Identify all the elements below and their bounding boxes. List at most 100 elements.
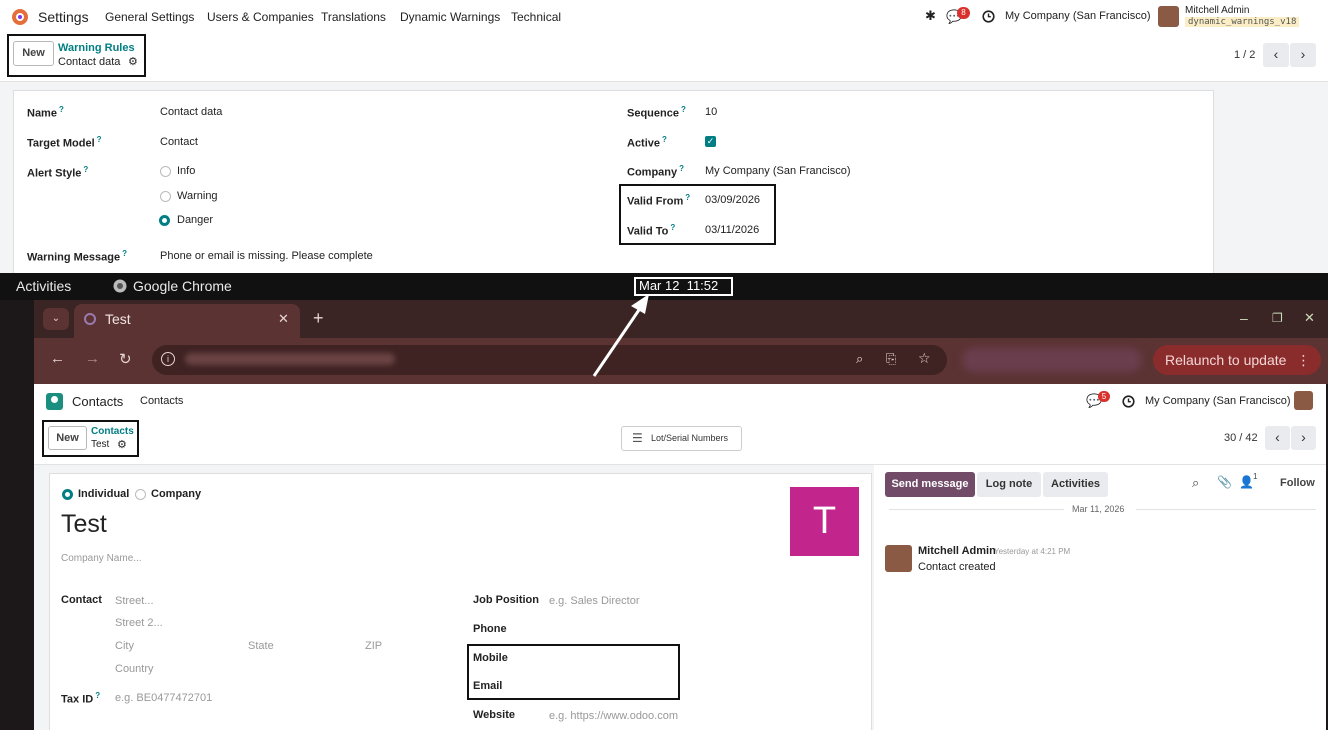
gnome-top-bar: Activities Google Chrome Mar 12 11:52: [0, 273, 1328, 300]
pager-next-button[interactable]: ›: [1290, 43, 1316, 67]
individual-radio[interactable]: [62, 489, 73, 500]
site-info-icon[interactable]: i: [161, 352, 175, 366]
relaunch-to-update-button[interactable]: Relaunch to update ⋮: [1153, 345, 1321, 375]
alert-info-label[interactable]: Info: [177, 165, 195, 177]
followers-icon[interactable]: 👤: [1239, 475, 1254, 489]
company-name-field[interactable]: Company Name...: [61, 553, 142, 564]
log-note-button[interactable]: Log note: [977, 472, 1041, 497]
sequence-field[interactable]: 10: [705, 106, 717, 118]
highlight-box-breadcrumb: [7, 34, 146, 77]
company-radio[interactable]: [135, 489, 146, 500]
zoom-icon[interactable]: ⌕: [856, 351, 863, 367]
company-switcher[interactable]: My Company (San Francisco): [1145, 395, 1291, 407]
clock-icon[interactable]: [1122, 395, 1135, 408]
follow-button[interactable]: Follow: [1280, 477, 1315, 489]
highlight-box-breadcrumb: [42, 420, 139, 457]
install-app-icon[interactable]: ⎘: [886, 351, 896, 367]
tab-close-icon[interactable]: ✕: [278, 311, 289, 327]
tax-id-field[interactable]: e.g. BE0477472701: [115, 692, 212, 704]
maximize-icon[interactable]: ❐: [1272, 311, 1283, 325]
app-title[interactable]: Settings: [38, 9, 89, 25]
notif-badge: 8: [957, 7, 970, 19]
job-position-field[interactable]: e.g. Sales Director: [549, 595, 639, 607]
user-avatar[interactable]: [1294, 391, 1313, 410]
street-field[interactable]: Street...: [115, 595, 154, 607]
active-app-name[interactable]: Google Chrome: [133, 278, 232, 294]
website-label: Website: [473, 709, 515, 721]
contact-name-field[interactable]: Test: [61, 510, 107, 539]
alert-style-label: Alert Style?: [27, 165, 89, 180]
clock-icon[interactable]: [982, 10, 995, 23]
contact-avatar[interactable]: T: [790, 487, 859, 556]
tab-title[interactable]: Test: [105, 311, 131, 327]
street2-field[interactable]: Street 2...: [115, 617, 163, 629]
contact-address-label: Contact: [61, 594, 102, 606]
contacts-navbar: Contacts Contacts 💬 5 My Company (San Fr…: [34, 384, 1326, 418]
minimize-icon[interactable]: ‒: [1240, 310, 1248, 326]
attachment-icon[interactable]: 📎: [1217, 475, 1232, 489]
tax-id-label: Tax ID?: [61, 691, 101, 706]
activities-button[interactable]: Activities: [16, 278, 71, 294]
company-type-label[interactable]: Company: [151, 488, 201, 500]
new-tab-icon[interactable]: +: [313, 308, 324, 329]
lot-serial-numbers-button[interactable]: ☰ Lot/Serial Numbers: [621, 426, 742, 451]
blurred-extensions: [962, 348, 1142, 372]
pager-prev-button[interactable]: ‹: [1263, 43, 1289, 67]
notif-badge: 5: [1098, 391, 1110, 402]
author-avatar[interactable]: [885, 545, 912, 572]
pager-value[interactable]: 1 / 2: [1234, 49, 1255, 61]
individual-label[interactable]: Individual: [78, 488, 129, 500]
menu-contacts[interactable]: Contacts: [140, 395, 183, 407]
menu-general-settings[interactable]: General Settings: [105, 10, 194, 24]
company-field[interactable]: My Company (San Francisco): [705, 165, 851, 177]
menu-dynamic-warnings[interactable]: Dynamic Warnings: [400, 10, 500, 24]
active-checkbox[interactable]: ✓: [705, 136, 716, 147]
alert-warning-label[interactable]: Warning: [177, 190, 218, 202]
desktop-background: [0, 300, 34, 730]
window-close-icon[interactable]: ✕: [1304, 310, 1315, 326]
contact-form-sheet: Individual Company Test Company Name... …: [49, 473, 872, 730]
alert-warning-radio[interactable]: [160, 191, 171, 202]
user-name[interactable]: Mitchell Admin: [1185, 5, 1249, 16]
city-field[interactable]: City: [115, 640, 134, 652]
pager-prev-button[interactable]: ‹: [1265, 426, 1290, 450]
pager-value[interactable]: 30 / 42: [1224, 432, 1258, 444]
pager-next-button[interactable]: ›: [1291, 426, 1316, 450]
warning-message-label: Warning Message?: [27, 249, 128, 264]
tab-search-icon[interactable]: ⌄: [43, 308, 69, 330]
back-icon[interactable]: ←: [50, 350, 65, 367]
odoo-settings-logo-icon[interactable]: [11, 8, 29, 26]
search-icon[interactable]: ⌕: [1192, 475, 1199, 491]
followers-count: 1: [1253, 472, 1258, 481]
menu-technical[interactable]: Technical: [511, 10, 561, 24]
settings-navbar: Settings General Settings Users & Compan…: [0, 0, 1328, 34]
message-time: Yesterday at 4:21 PM: [994, 547, 1071, 556]
target-model-field[interactable]: Contact: [160, 136, 198, 148]
alert-danger-label[interactable]: Danger: [177, 214, 213, 226]
alert-danger-radio[interactable]: [159, 215, 170, 226]
blurred-url: [185, 353, 395, 365]
phone-label: Phone: [473, 623, 507, 635]
debug-bug-icon[interactable]: ✱: [925, 8, 936, 24]
app-title[interactable]: Contacts: [72, 394, 123, 409]
user-avatar[interactable]: [1158, 6, 1179, 27]
warning-message-field[interactable]: Phone or email is missing. Please comple…: [160, 250, 373, 262]
contacts-app-icon[interactable]: [46, 393, 63, 410]
name-field[interactable]: Contact data: [160, 106, 222, 118]
message-author[interactable]: Mitchell Admin: [918, 545, 996, 557]
send-message-button[interactable]: Send message: [885, 472, 975, 497]
activities-button[interactable]: Activities: [1043, 472, 1108, 497]
company-switcher[interactable]: My Company (San Francisco): [1005, 10, 1151, 22]
company-label: Company?: [627, 164, 685, 179]
website-field[interactable]: e.g. https://www.odoo.com: [549, 710, 678, 722]
menu-translations[interactable]: Translations: [321, 10, 386, 24]
reload-icon[interactable]: ↻: [119, 350, 132, 368]
zip-field[interactable]: ZIP: [365, 640, 382, 652]
bookmark-star-icon[interactable]: ☆: [918, 350, 931, 367]
country-field[interactable]: Country: [115, 663, 154, 675]
forward-icon[interactable]: →: [85, 350, 100, 367]
state-field[interactable]: State: [248, 640, 274, 652]
alert-info-radio[interactable]: [160, 166, 171, 177]
chrome-app-icon: [113, 279, 127, 293]
menu-users-companies[interactable]: Users & Companies: [207, 10, 314, 24]
